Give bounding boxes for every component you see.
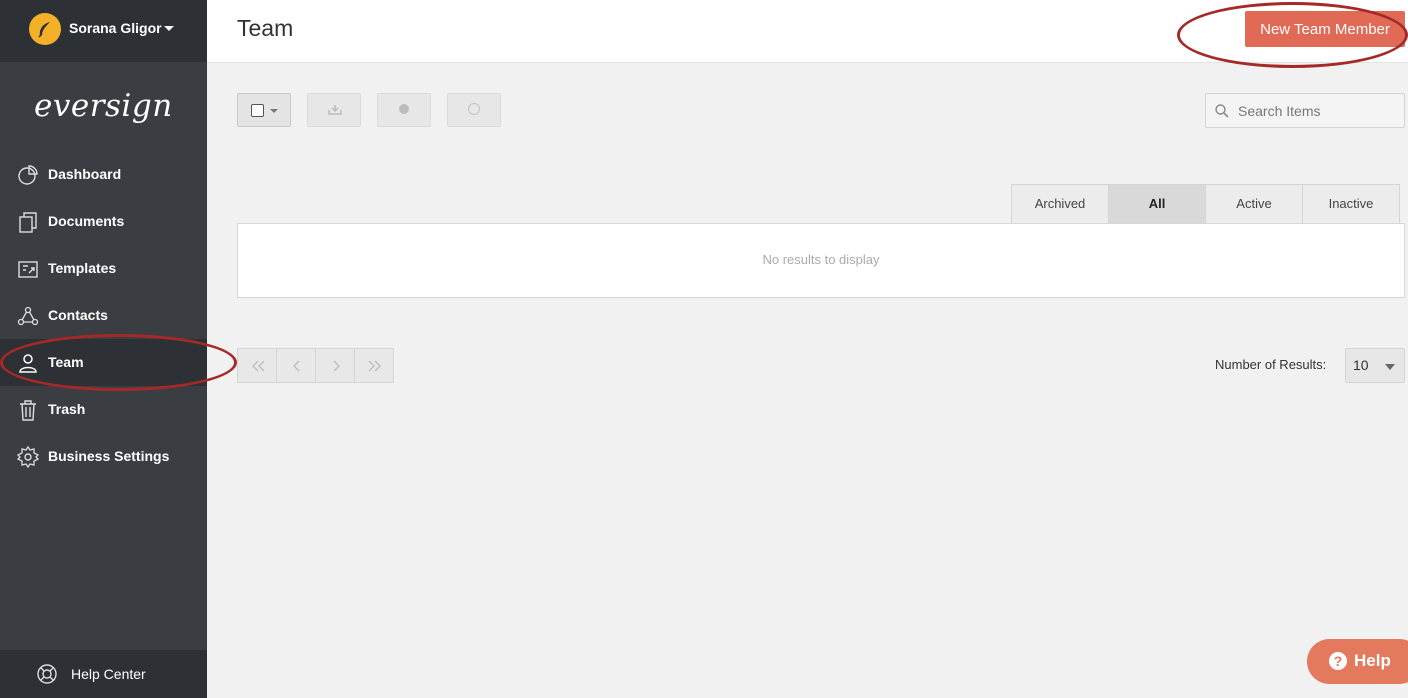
- highlight-ellipse: [1177, 2, 1408, 68]
- sidebar-item-label: Documents: [48, 213, 125, 229]
- results-per-page-select[interactable]: 10: [1345, 348, 1405, 383]
- sidebar-item-documents[interactable]: Documents: [0, 198, 207, 245]
- sidebar-item-trash[interactable]: Trash: [0, 386, 207, 433]
- select-all-dropdown[interactable]: [237, 93, 291, 127]
- page-title: Team: [237, 15, 294, 41]
- export-button[interactable]: [307, 93, 361, 127]
- deactivate-button[interactable]: [447, 93, 501, 127]
- sidebar-item-contacts[interactable]: Contacts: [0, 292, 207, 339]
- dashboard-pie-icon: [18, 165, 38, 185]
- sidebar-item-label: Trash: [48, 401, 86, 417]
- search-icon: [1215, 104, 1229, 118]
- help-center-link[interactable]: Help Center: [0, 650, 207, 698]
- sidebar-item-label: Contacts: [48, 307, 108, 323]
- help-widget-button[interactable]: ? Help: [1307, 639, 1408, 684]
- activate-button[interactable]: [377, 93, 431, 127]
- results-per-page-label: Number of Results:: [1215, 357, 1327, 372]
- next-page-button[interactable]: [315, 348, 355, 383]
- double-chevron-right-icon: [368, 360, 381, 372]
- previous-page-button[interactable]: [276, 348, 316, 383]
- download-icon: [328, 105, 342, 115]
- filled-circle-icon: [399, 104, 409, 114]
- pagination: [237, 348, 394, 383]
- sidebar-item-label: Templates: [48, 260, 117, 276]
- help-center-label: Help Center: [71, 666, 146, 682]
- results-table: No results to display: [237, 223, 1405, 298]
- tab-inactive[interactable]: Inactive: [1302, 184, 1400, 224]
- chevron-down-icon: [1385, 364, 1395, 370]
- lifebuoy-icon: [37, 664, 57, 684]
- eversign-logo: eversign: [34, 88, 173, 124]
- first-page-button[interactable]: [237, 348, 277, 383]
- sidebar-item-business-settings[interactable]: Business Settings: [0, 433, 207, 480]
- highlight-ellipse: [0, 334, 237, 391]
- documents-icon: [19, 212, 37, 233]
- help-label: Help: [1354, 651, 1391, 670]
- chevron-down-icon: [270, 109, 278, 113]
- select-all-checkbox[interactable]: [251, 104, 264, 117]
- empty-state-text: No results to display: [762, 252, 880, 267]
- avatar: [29, 13, 61, 45]
- sidebar-item-label: Dashboard: [48, 166, 122, 182]
- question-icon: ?: [1329, 652, 1347, 670]
- templates-icon: [18, 261, 38, 278]
- double-chevron-left-icon: [252, 360, 265, 372]
- sidebar-item-templates[interactable]: Templates: [0, 245, 207, 292]
- chevron-right-icon: [333, 360, 340, 372]
- tab-all[interactable]: All: [1108, 184, 1206, 224]
- results-per-page-value: 10: [1353, 357, 1369, 373]
- trash-icon: [20, 400, 36, 421]
- tab-archived[interactable]: Archived: [1011, 184, 1109, 224]
- status-filter-tabs: Archived All Active Inactive: [1011, 184, 1400, 224]
- contacts-icon: [17, 306, 39, 326]
- user-name: Sorana Gligor: [69, 20, 162, 36]
- search-box[interactable]: [1205, 93, 1405, 128]
- last-page-button[interactable]: [354, 348, 394, 383]
- gear-icon: [17, 446, 39, 468]
- chevron-left-icon: [293, 360, 300, 372]
- sidebar-item-dashboard[interactable]: Dashboard: [0, 151, 207, 198]
- chevron-down-icon: [164, 26, 174, 31]
- sidebar-item-label: Business Settings: [48, 448, 170, 464]
- search-input[interactable]: [1236, 102, 1400, 120]
- feather-icon: [38, 22, 50, 38]
- empty-circle-icon: [467, 102, 481, 116]
- tab-active[interactable]: Active: [1205, 184, 1303, 224]
- user-menu[interactable]: Sorana Gligor: [0, 0, 207, 62]
